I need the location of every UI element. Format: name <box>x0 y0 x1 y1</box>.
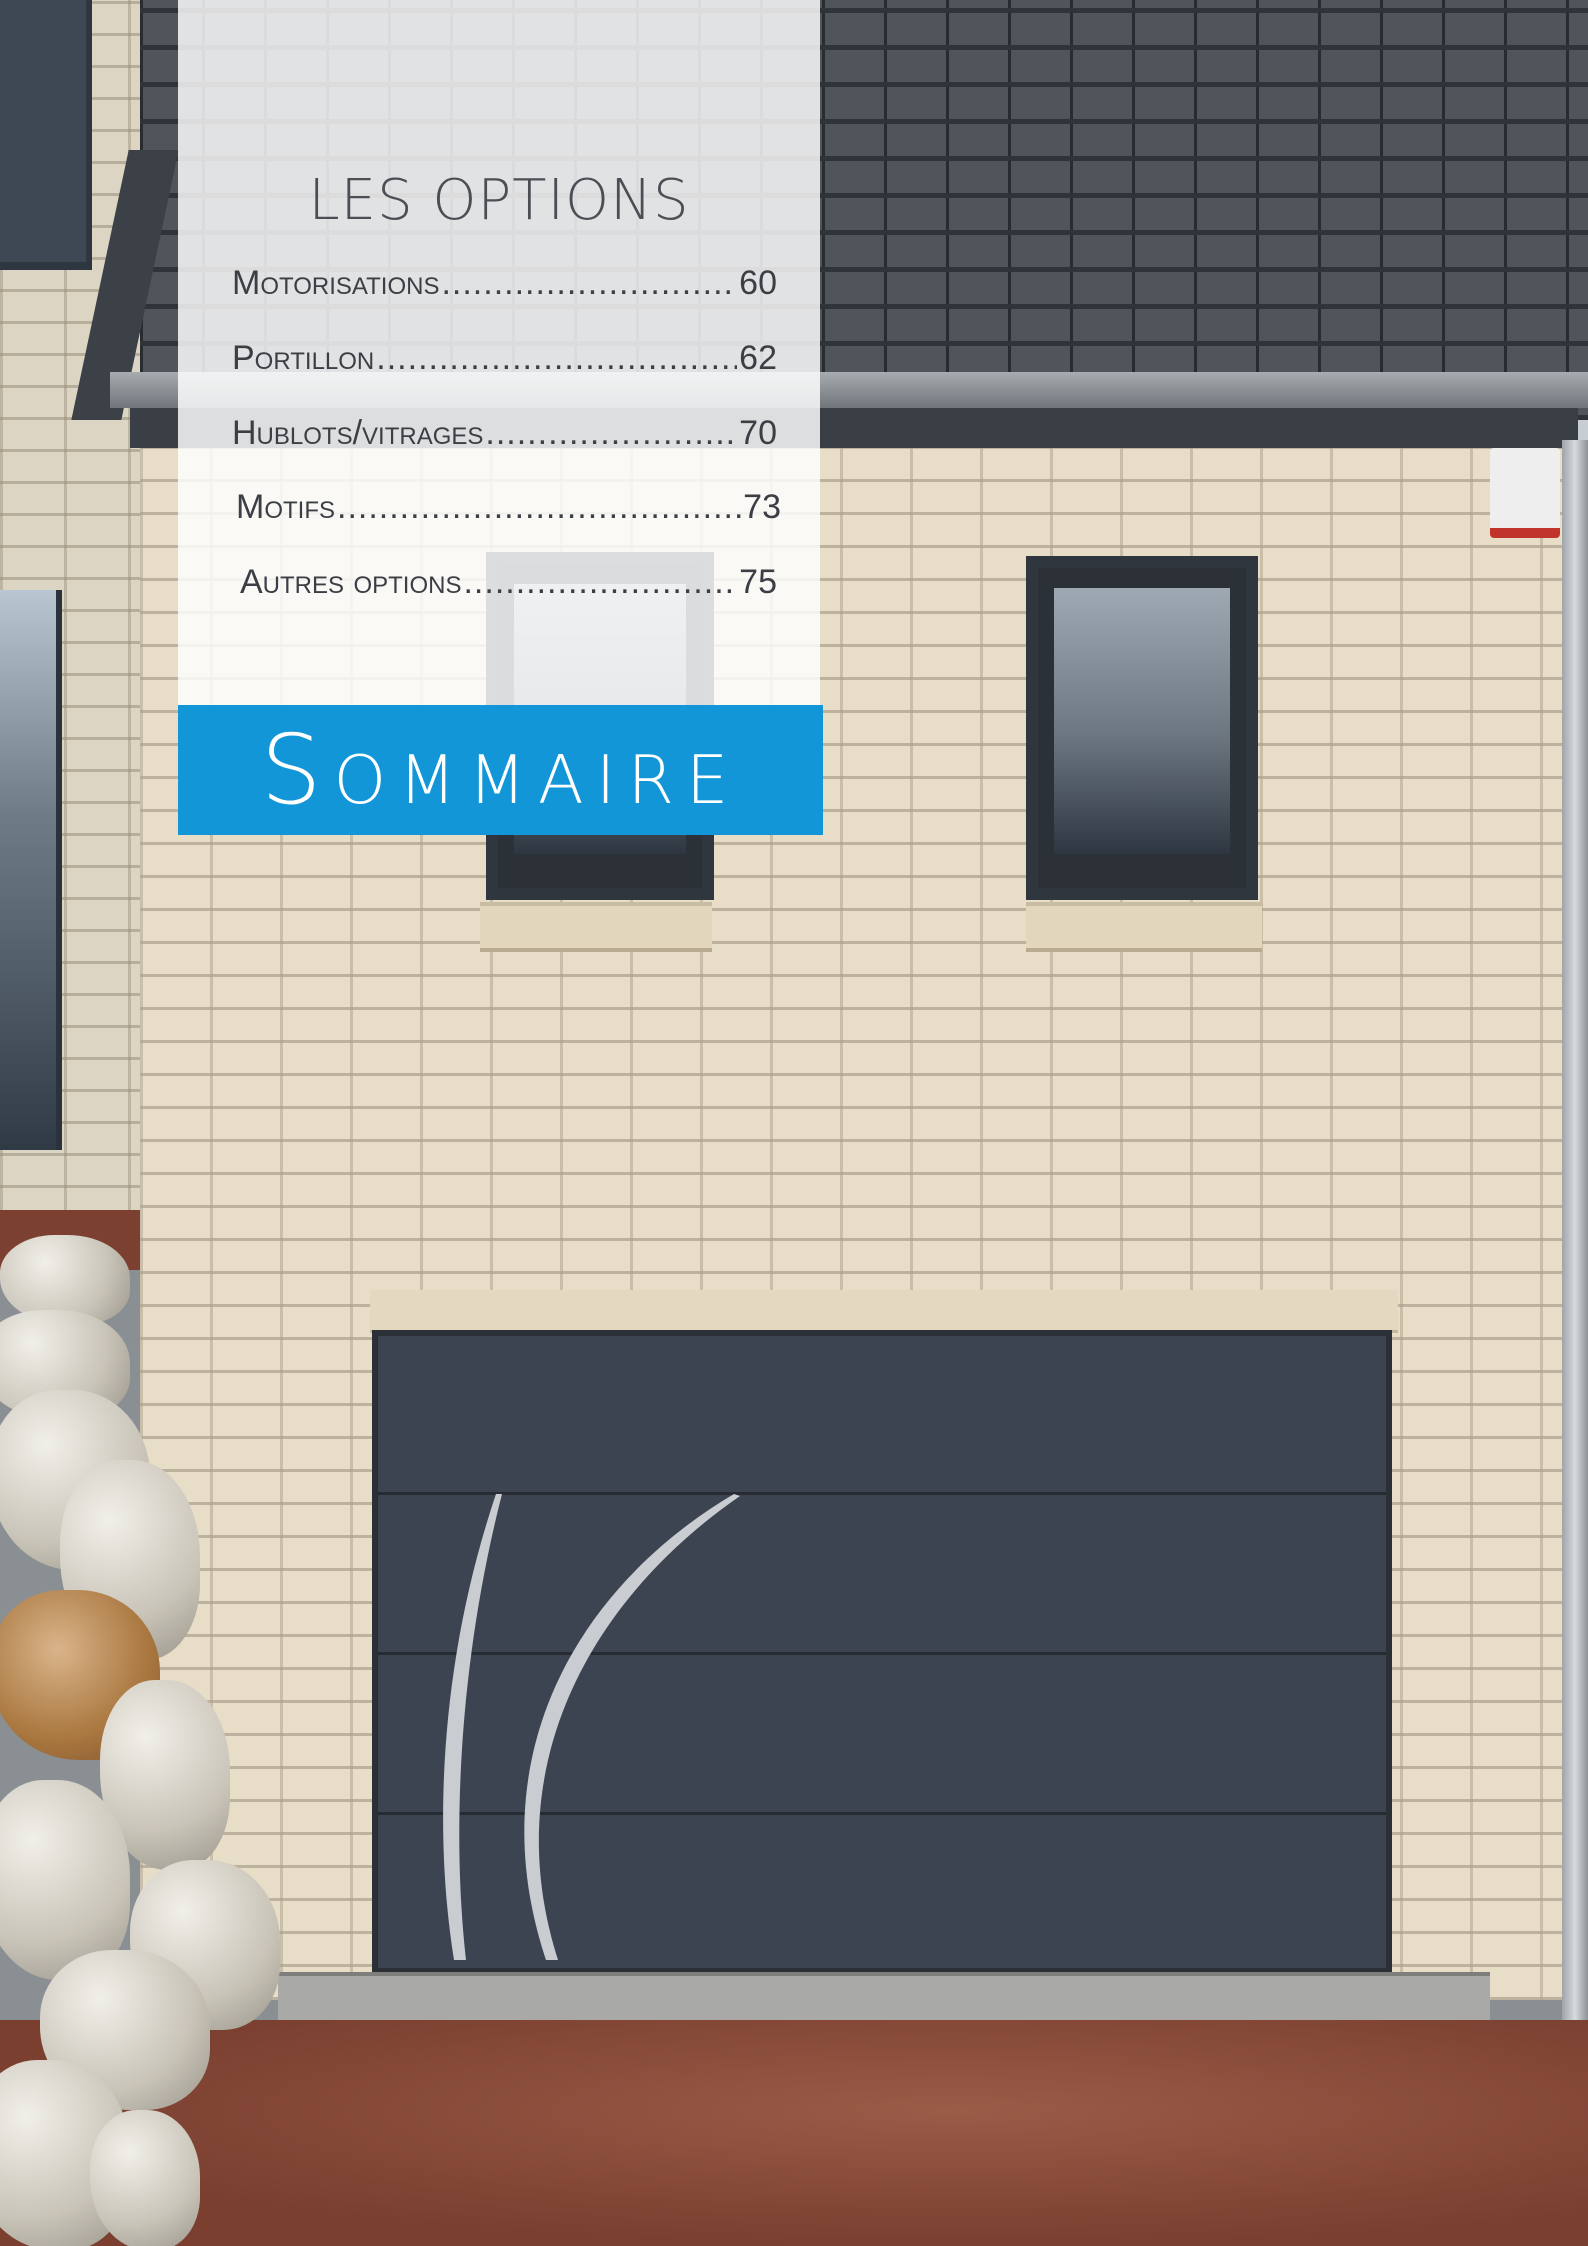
toc-entry-portillon[interactable]: Portillon 62 <box>232 339 777 378</box>
sommaire-title: Sommaire <box>260 714 741 826</box>
door-motif-icon <box>443 1494 740 1960</box>
toc-entry-label: Motifs <box>236 488 335 526</box>
downpipe <box>1562 440 1588 2040</box>
options-heading: LES OPTIONS <box>308 168 690 233</box>
toc-leader-dots <box>441 264 737 303</box>
toc-entry-page: 62 <box>739 339 777 377</box>
neighbor-window <box>0 590 62 1150</box>
window-sill <box>480 902 712 952</box>
sommaire-banner: Sommaire <box>178 705 823 835</box>
toc-entry-page: 70 <box>739 414 777 452</box>
toc-entry-label: Portillon <box>232 339 375 377</box>
toc-entry-motorisations[interactable]: Motorisations 60 <box>232 264 777 303</box>
rock <box>90 2110 200 2246</box>
toc-leader-dots <box>376 339 737 378</box>
toc-leader-dots <box>337 488 741 527</box>
window-sill <box>1026 902 1262 952</box>
gravel-driveway <box>0 2020 1588 2246</box>
neighbor-window <box>0 0 92 270</box>
toc-entry-label: Motorisations <box>232 264 440 302</box>
garage-door <box>372 1330 1392 1974</box>
toc-leader-dots <box>485 414 737 453</box>
toc-entry-motifs[interactable]: Motifs 73 <box>236 488 781 527</box>
garage-lintel <box>370 1290 1398 1333</box>
window-right <box>1026 556 1258 900</box>
toc-entry-autres-options[interactable]: Autres options 75 <box>240 563 777 602</box>
toc-leader-dots <box>463 563 737 602</box>
toc-entry-page: 75 <box>739 563 777 601</box>
toc-entry-label: Autres options <box>240 563 462 601</box>
toc-entry-label: Hublots/vitrages <box>232 414 484 452</box>
toc-entry-page: 60 <box>739 264 777 302</box>
alarm-siren <box>1490 448 1560 538</box>
toc-entry-hublots-vitrages[interactable]: Hublots/vitrages 70 <box>232 414 777 453</box>
window-glass <box>1054 588 1230 854</box>
toc-entry-page: 73 <box>743 488 781 526</box>
